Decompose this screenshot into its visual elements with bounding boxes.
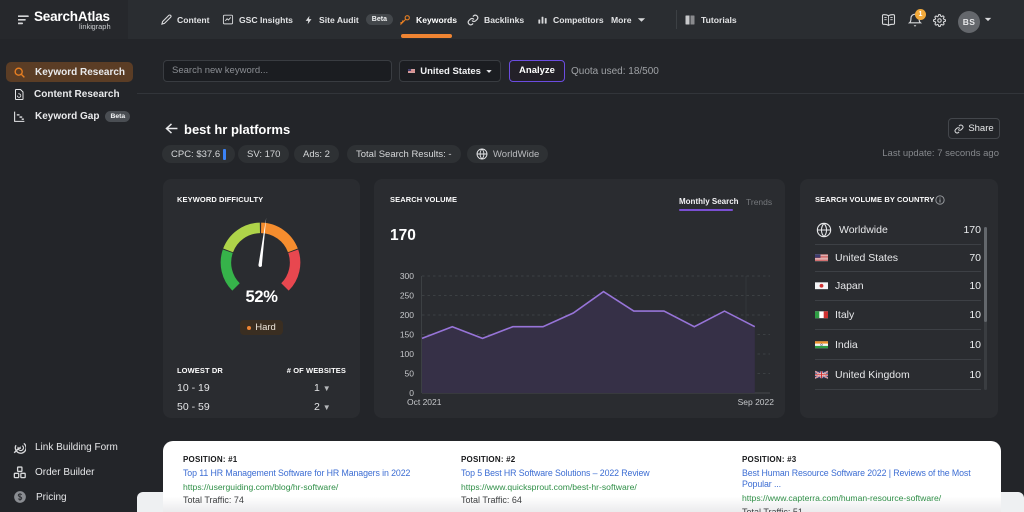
- svg-text:Sep 2022: Sep 2022: [738, 397, 775, 407]
- svg-text:100: 100: [400, 349, 414, 359]
- svg-text:300: 300: [400, 271, 414, 281]
- svg-text:150: 150: [400, 330, 414, 340]
- svg-text:50: 50: [405, 369, 415, 379]
- svg-text:200: 200: [400, 310, 414, 320]
- svg-text:250: 250: [400, 291, 414, 301]
- svg-text:Oct 2021: Oct 2021: [407, 397, 442, 407]
